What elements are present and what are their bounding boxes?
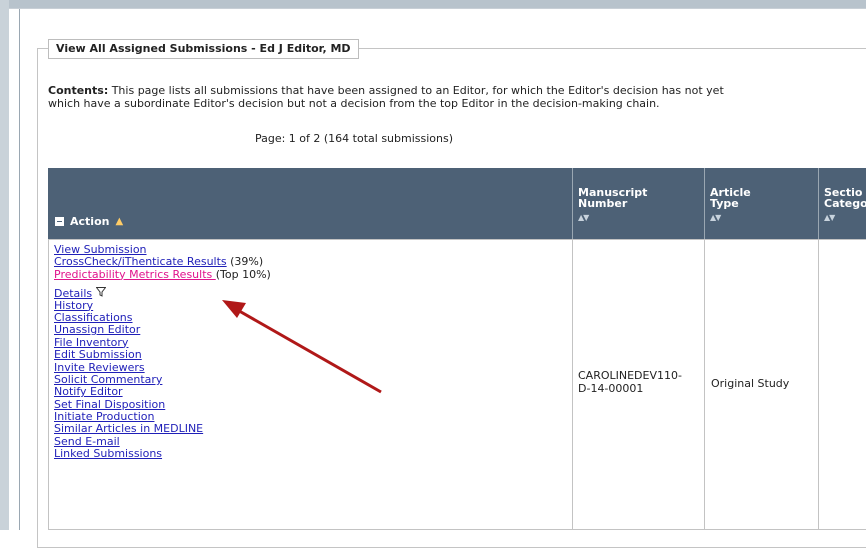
header-section-category[interactable]: Sectio Catego ▲▼ xyxy=(818,168,866,239)
predictability-metrics-link[interactable]: Predictability Metrics Results xyxy=(54,268,216,281)
article-type-value: Original Study xyxy=(711,377,790,390)
contents-line-1: This page lists all submissions that hav… xyxy=(108,84,724,97)
unassign-editor-link[interactable]: Unassign Editor xyxy=(54,323,140,336)
sort-arrows-icon[interactable]: ▲▼ xyxy=(710,212,721,223)
header-manuscript-line-2: Number xyxy=(578,197,628,210)
header-divider xyxy=(704,168,705,239)
action-links-list: View Submission CrossCheck/iThenticate R… xyxy=(54,243,271,461)
minus-box-icon[interactable] xyxy=(55,217,64,226)
set-final-disposition-link[interactable]: Set Final Disposition xyxy=(54,398,165,411)
cell-manuscript-number: CAROLINEDEV110- D-14-00001 xyxy=(572,239,705,530)
warning-triangle-icon: ▲ xyxy=(115,216,124,227)
sort-arrows-icon[interactable]: ▲▼ xyxy=(578,212,589,223)
manuscript-number-line-2: D-14-00001 xyxy=(578,382,644,395)
initiate-production-link[interactable]: Initiate Production xyxy=(54,410,154,423)
filter-funnel-icon[interactable] xyxy=(95,287,107,300)
header-article-type[interactable]: Article Type ▲▼ xyxy=(704,168,818,239)
predictability-score: (Top 10%) xyxy=(215,267,271,281)
pagination-info: Page: 1 of 2 (164 total submissions) xyxy=(254,132,454,145)
cell-actions: View Submission CrossCheck/iThenticate R… xyxy=(48,239,573,530)
classifications-link[interactable]: Classifications xyxy=(54,311,133,324)
header-divider xyxy=(818,168,819,239)
send-email-link[interactable]: Send E-mail xyxy=(54,435,120,448)
file-inventory-link[interactable]: File Inventory xyxy=(54,336,128,349)
panel-title: View All Assigned Submissions - Ed J Edi… xyxy=(48,39,359,59)
window-left-strip xyxy=(0,0,9,530)
header-section-line-2: Catego xyxy=(824,197,866,210)
notify-editor-link[interactable]: Notify Editor xyxy=(54,385,123,398)
linked-submissions-link[interactable]: Linked Submissions xyxy=(54,447,162,460)
header-manuscript-number[interactable]: Manuscript Number ▲▼ xyxy=(572,168,704,239)
edit-submission-link[interactable]: Edit Submission xyxy=(54,348,142,361)
cell-article-type: Original Study xyxy=(704,239,819,530)
contents-description: Contents: This page lists all submission… xyxy=(48,84,866,110)
contents-label: Contents: xyxy=(48,84,109,97)
header-article-line-2: Type xyxy=(710,197,739,210)
solicit-commentary-link[interactable]: Solicit Commentary xyxy=(54,373,162,386)
top-divider xyxy=(9,8,866,9)
crosscheck-score: (39%) xyxy=(226,255,264,269)
contents-line-2: which have a subordinate Editor's decisi… xyxy=(48,97,660,110)
view-submission-link[interactable]: View Submission xyxy=(54,243,147,256)
sort-arrows-icon[interactable]: ▲▼ xyxy=(824,212,835,223)
window-top-strip xyxy=(0,0,866,8)
header-divider xyxy=(572,168,573,239)
history-link[interactable]: History xyxy=(54,299,93,312)
similar-articles-link[interactable]: Similar Articles in MEDLINE xyxy=(54,422,203,435)
header-action[interactable]: Action ▲ xyxy=(48,168,572,239)
cell-section-category xyxy=(818,239,866,530)
crosscheck-link[interactable]: CrossCheck/iThenticate Results xyxy=(54,255,227,268)
header-action-label: Action xyxy=(70,215,110,228)
left-divider xyxy=(19,8,20,530)
manuscript-number-line-1: CAROLINEDEV110- xyxy=(578,369,682,382)
invite-reviewers-link[interactable]: Invite Reviewers xyxy=(54,361,145,374)
